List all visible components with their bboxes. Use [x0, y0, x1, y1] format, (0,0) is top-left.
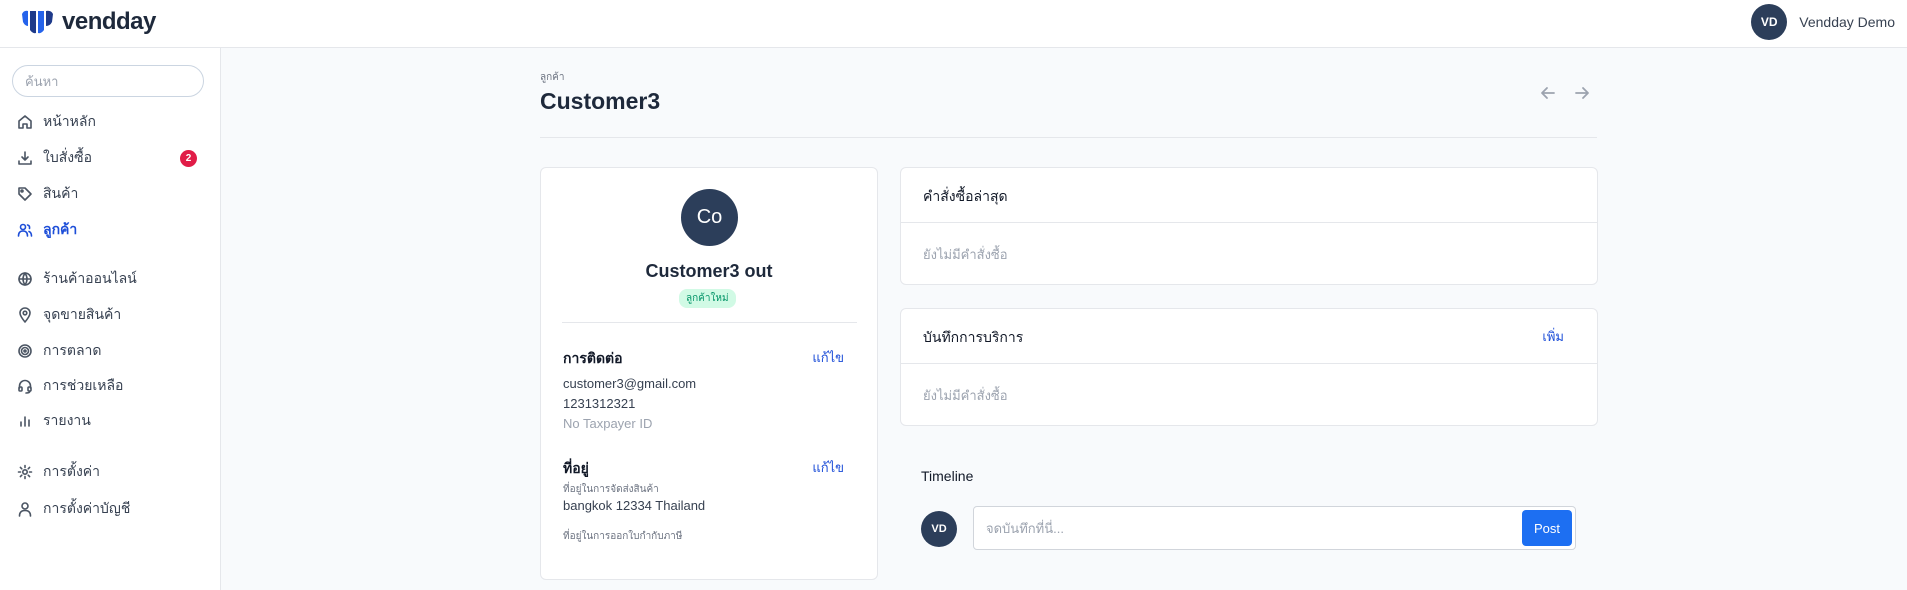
sidebar-item-label: สินค้า: [43, 185, 79, 201]
sidebar-item-pos[interactable]: จุดขายสินค้า: [0, 300, 220, 330]
arrow-left-icon: [1541, 87, 1555, 99]
latest-orders-title: คำสั่งซื้อล่าสุด: [923, 188, 1008, 204]
timeline-note-input[interactable]: [986, 517, 1426, 539]
shipping-address-label: ที่อยู่ในการจัดส่งสินค้า: [563, 484, 659, 495]
sidebar-item-label: ใบสั่งซื้อ: [43, 149, 93, 165]
sidebar-item-label: ลูกค้า: [43, 221, 78, 237]
billing-address-label: ที่อยู่ในการออกใบกำกับภาษี: [563, 531, 683, 542]
customer-status-badge: ลูกค้าใหม่: [679, 289, 736, 308]
previous-button[interactable]: [1539, 84, 1559, 104]
sidebar-item-products[interactable]: สินค้า: [0, 179, 220, 209]
tag-icon: [18, 187, 32, 201]
sidebar-item-label: จุดขายสินค้า: [43, 306, 122, 322]
edit-address-link[interactable]: แก้ไข: [812, 457, 844, 478]
service-notes-card: บันทึกการบริการ เพิ่ม ยังไม่มีคำสั่งซื้อ: [900, 308, 1598, 426]
arrow-right-icon: [1575, 87, 1589, 99]
add-service-note-link[interactable]: เพิ่ม: [1542, 326, 1564, 347]
sidebar-item-home[interactable]: หน้าหลัก: [0, 107, 220, 137]
service-notes-empty-text: ยังไม่มีคำสั่งซื้อ: [923, 388, 1008, 403]
address-section-title: ที่อยู่: [563, 460, 589, 476]
avatar[interactable]: VD: [1751, 4, 1788, 40]
next-button[interactable]: [1573, 84, 1593, 104]
sidebar-item-label: รายงาน: [43, 412, 91, 428]
sidebar: หน้าหลัก ใบสั่งซื้อ 2 สินค้า ลูกค้า ร้าน…: [0, 48, 221, 590]
sidebar-item-label: การตลาด: [43, 342, 102, 358]
contact-tax-id: No Taxpayer ID: [563, 416, 653, 431]
gear-icon: [17, 464, 33, 480]
sidebar-item-label: การตั้งค่าบัญชี: [43, 500, 131, 516]
logo[interactable]: vendday: [20, 8, 156, 36]
card-divider: [901, 363, 1597, 364]
avatar: VD: [921, 511, 957, 547]
users-icon: [17, 223, 33, 237]
user-menu[interactable]: VD Vendday Demo: [1751, 4, 1895, 40]
shipping-address-value: bangkok 12334 Thailand: [563, 498, 706, 513]
sidebar-item-label: การตั้งค่า: [43, 463, 101, 479]
headset-icon: [18, 379, 32, 394]
sidebar-item-online-store[interactable]: ร้านค้าออนไลน์: [0, 264, 220, 294]
header-divider: [540, 137, 1597, 138]
top-bar: vendday VD Vendday Demo: [0, 0, 1907, 48]
card-divider: [901, 222, 1597, 223]
sidebar-item-marketing[interactable]: การตลาด: [0, 336, 220, 366]
contact-section-title: การติดต่อ: [563, 350, 623, 366]
sidebar-item-customers[interactable]: ลูกค้า: [0, 215, 220, 245]
post-button[interactable]: Post: [1522, 510, 1572, 546]
customer-name: Customer3 out: [645, 261, 773, 281]
latest-orders-empty-text: ยังไม่มีคำสั่งซื้อ: [923, 247, 1008, 262]
globe-icon: [18, 272, 32, 286]
edit-contact-link[interactable]: แก้ไข: [812, 347, 844, 368]
sidebar-item-label: ร้านค้าออนไลน์: [43, 270, 137, 286]
logo-icon: [22, 10, 53, 34]
sidebar-item-label: การช่วยเหลือ: [43, 377, 124, 393]
service-notes-title: บันทึกการบริการ: [923, 329, 1024, 345]
map-pin-icon: [19, 307, 31, 323]
customer-avatar: Co: [681, 189, 738, 246]
sidebar-item-account-settings[interactable]: การตั้งค่าบัญชี: [0, 494, 220, 524]
contact-email: customer3@gmail.com: [563, 376, 697, 391]
customer-profile-card: Co Customer3 out ลูกค้าใหม่ การติดต่อ แก…: [540, 167, 878, 580]
user-icon: [18, 502, 32, 517]
breadcrumb[interactable]: ลูกค้า: [540, 70, 565, 85]
sidebar-item-orders[interactable]: ใบสั่งซื้อ 2: [0, 143, 220, 173]
target-icon: [18, 344, 32, 358]
notification-badge: 2: [180, 150, 197, 167]
download-icon: [18, 151, 32, 165]
timeline-note-box: Post: [973, 506, 1576, 550]
sidebar-item-reports[interactable]: รายงาน: [0, 406, 220, 436]
user-name[interactable]: Vendday Demo: [1799, 14, 1895, 30]
latest-orders-card: คำสั่งซื้อล่าสุด ยังไม่มีคำสั่งซื้อ: [900, 167, 1598, 285]
home-icon: [18, 115, 32, 129]
sidebar-item-help[interactable]: การช่วยเหลือ: [0, 371, 220, 401]
profile-divider: [562, 322, 857, 323]
logo-text: vendday: [62, 8, 156, 35]
sidebar-item-settings[interactable]: การตั้งค่า: [0, 457, 220, 487]
contact-phone: 1231312321: [563, 396, 636, 411]
sidebar-item-label: หน้าหลัก: [43, 113, 96, 129]
timeline-title: Timeline: [921, 468, 974, 484]
search-input[interactable]: [12, 65, 204, 97]
page-title: Customer3: [540, 88, 661, 114]
bar-chart-icon: [20, 416, 30, 427]
